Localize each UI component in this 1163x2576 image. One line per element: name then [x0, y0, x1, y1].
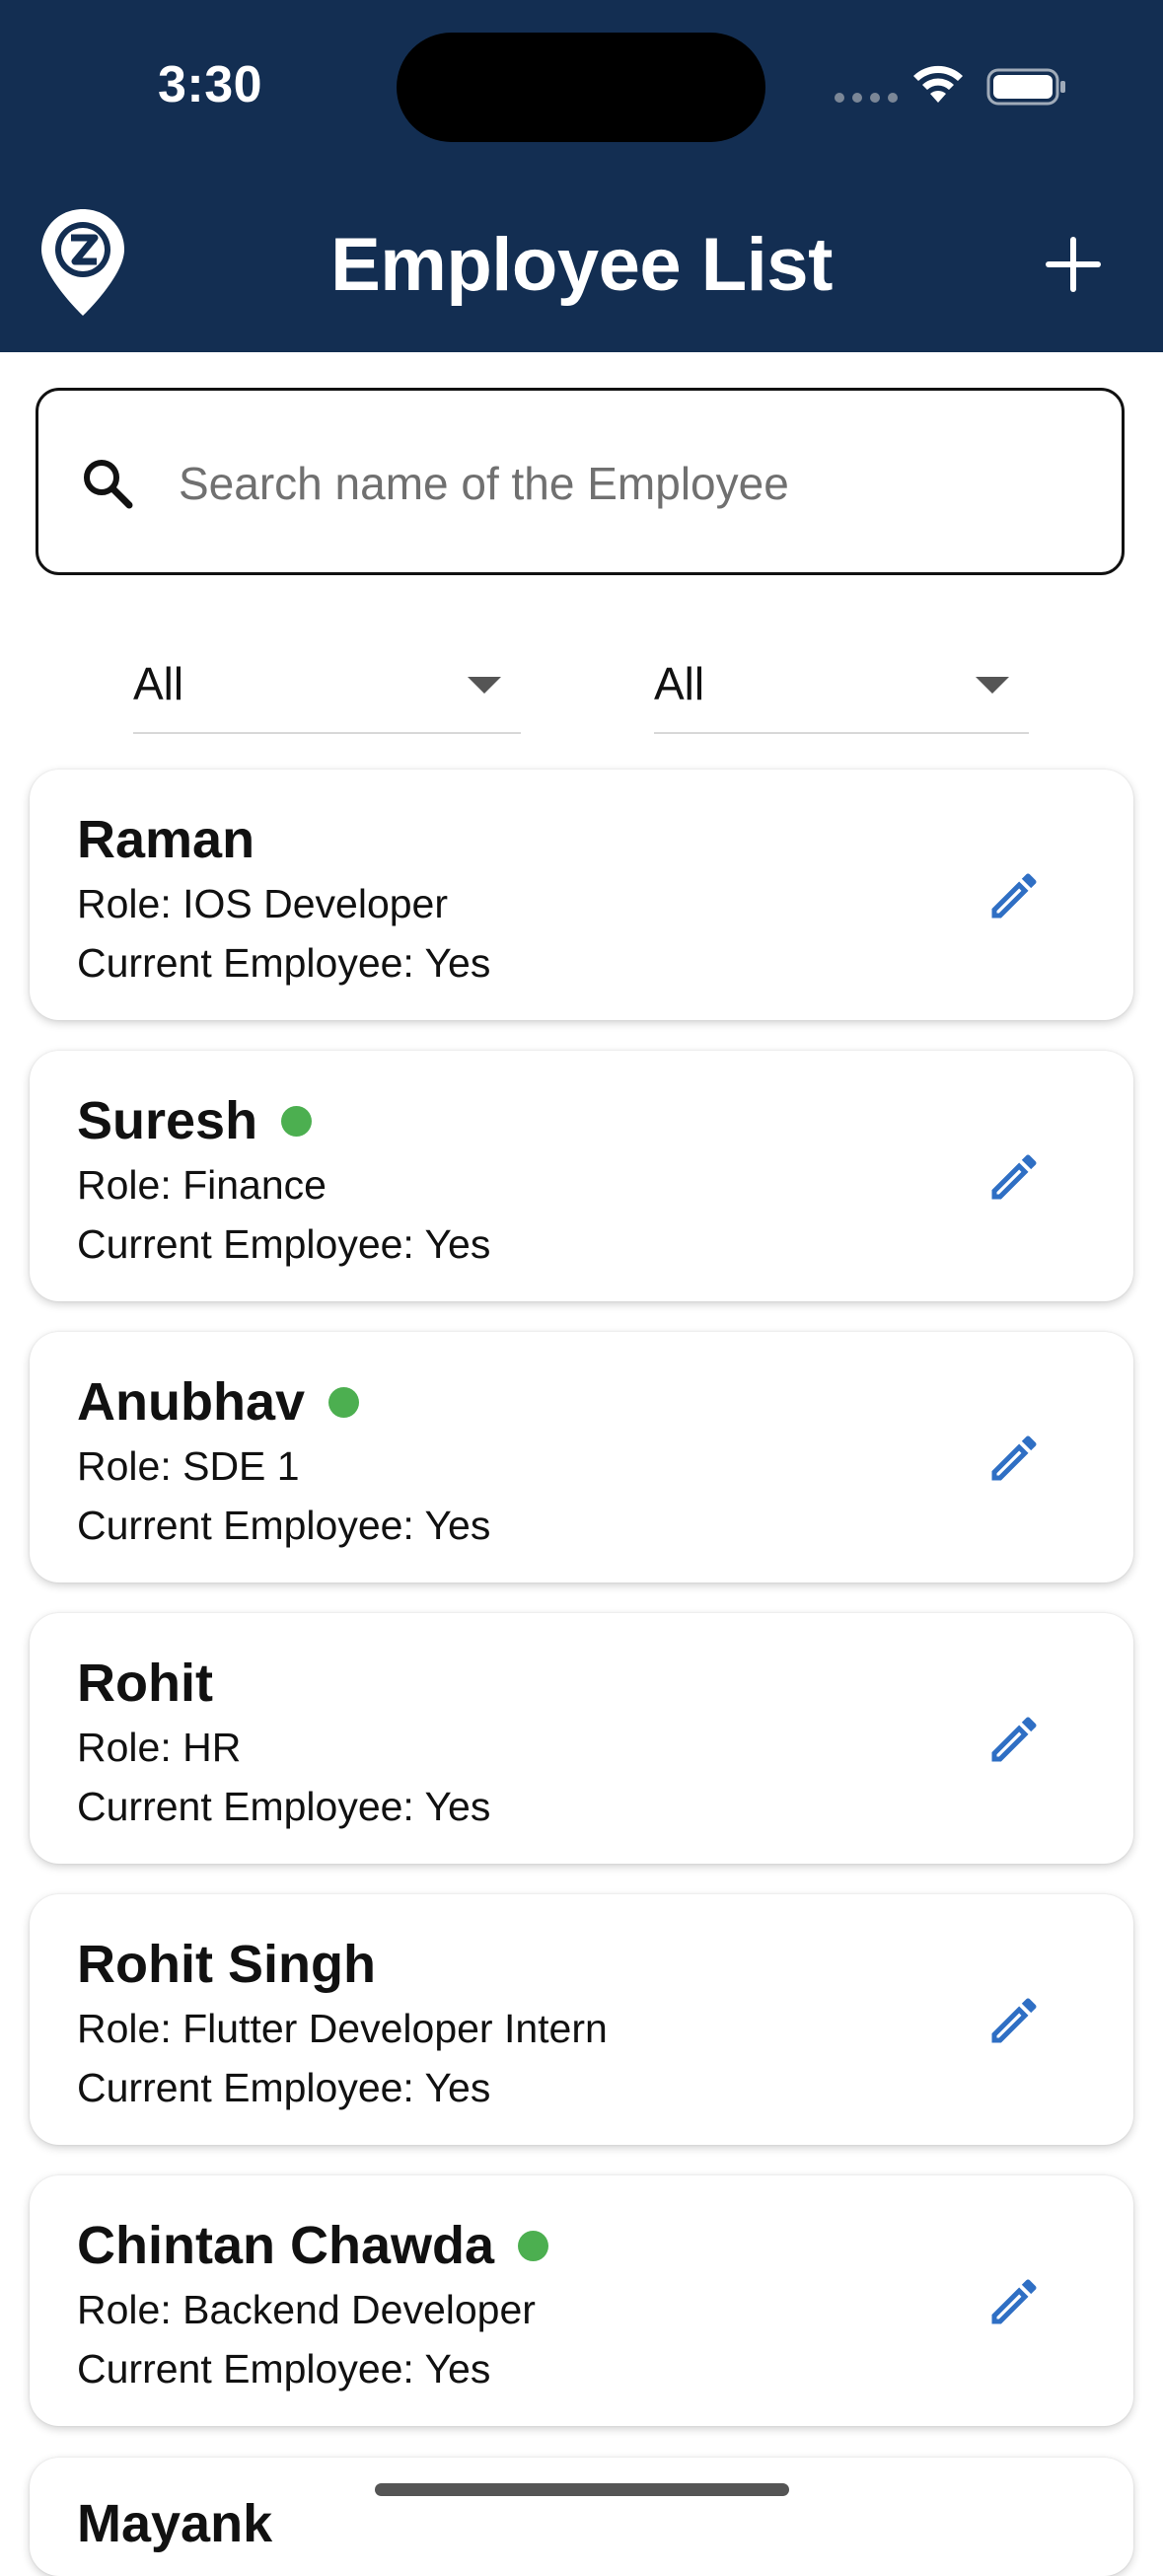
search-box[interactable] [36, 388, 1125, 575]
employee-current-status: Current Employee: Yes [77, 2065, 491, 2110]
employee-name-row: Chintan Chawda [77, 2211, 549, 2280]
wifi-icon [913, 65, 963, 103]
page-title: Employee List [330, 223, 833, 307]
edit-pencil-icon[interactable] [984, 2272, 1044, 2331]
employee-name: Raman [77, 810, 255, 869]
employee-name: Rohit Singh [77, 1935, 376, 1994]
edit-pencil-icon[interactable] [984, 1429, 1044, 1488]
employee-card[interactable]: Rohit Singh Role: Flutter Developer Inte… [30, 1894, 1133, 2145]
filter-1-selected: All [133, 658, 184, 709]
employee-name-row: Suresh [77, 1086, 313, 1155]
edit-pencil-icon[interactable] [984, 866, 1044, 925]
employee-card[interactable]: Mayank [30, 2458, 1133, 2576]
employee-current-status: Current Employee: Yes [77, 940, 491, 986]
employee-name: Anubhav [77, 1372, 306, 1432]
home-indicator[interactable] [375, 2483, 789, 2496]
online-status-dot-icon [281, 1105, 313, 1137]
employee-name: Chintan Chawda [77, 2216, 495, 2275]
battery-icon [986, 68, 1065, 106]
employee-role: Role: Finance [77, 1162, 327, 1208]
add-employee-button[interactable] [1042, 233, 1105, 296]
employee-name: Suresh [77, 1091, 258, 1150]
employee-name-row: Rohit Singh [77, 1930, 376, 1999]
employee-name-row: Raman [77, 805, 254, 874]
edit-pencil-icon[interactable] [984, 1710, 1044, 1769]
employee-current-status: Current Employee: Yes [77, 1221, 491, 1267]
filter-dropdown-2[interactable]: All [654, 647, 1029, 734]
status-time: 3:30 [158, 56, 263, 113]
online-status-dot-icon [518, 2230, 549, 2261]
search-input[interactable] [177, 440, 1068, 527]
online-status-dot-icon [328, 1386, 360, 1418]
employee-name-row: Rohit [77, 1649, 213, 1718]
employee-card[interactable]: Anubhav Role: SDE 1 Current Employee: Ye… [30, 1332, 1133, 1582]
edit-pencil-icon[interactable] [984, 1147, 1044, 1207]
employee-role: Role: Backend Developer [77, 2287, 536, 2332]
employee-name: Mayank [77, 2494, 273, 2553]
employee-role: Role: IOS Developer [77, 881, 449, 926]
search-icon [84, 460, 133, 509]
employee-name: Rohit [77, 1654, 213, 1713]
employee-name-row: Anubhav [77, 1367, 360, 1436]
employee-role: Role: Flutter Developer Intern [77, 2006, 608, 2051]
employee-card[interactable]: Suresh Role: Finance Current Employee: Y… [30, 1051, 1133, 1301]
employee-current-status: Current Employee: Yes [77, 1784, 491, 1829]
edit-pencil-icon[interactable] [984, 1991, 1044, 2050]
employee-current-status: Current Employee: Yes [77, 1503, 491, 1548]
dropdown-arrow-icon [468, 677, 501, 694]
employee-card[interactable]: Chintan Chawda Role: Backend Developer C… [30, 2175, 1133, 2426]
employee-current-status: Current Employee: Yes [77, 2346, 491, 2392]
employee-role: Role: HR [77, 1725, 242, 1770]
employee-card[interactable]: Rohit Role: HR Current Employee: Yes [30, 1613, 1133, 1864]
dropdown-arrow-icon [976, 677, 1009, 694]
cellular-signal-icon [835, 93, 898, 103]
filter-2-selected: All [654, 658, 705, 709]
dynamic-island [397, 33, 765, 142]
app-header: 3:30 Employee List [0, 0, 1163, 352]
employee-role: Role: SDE 1 [77, 1443, 300, 1489]
filter-dropdown-1[interactable]: All [133, 647, 521, 734]
employee-card[interactable]: Raman Role: IOS Developer Current Employ… [30, 770, 1133, 1020]
